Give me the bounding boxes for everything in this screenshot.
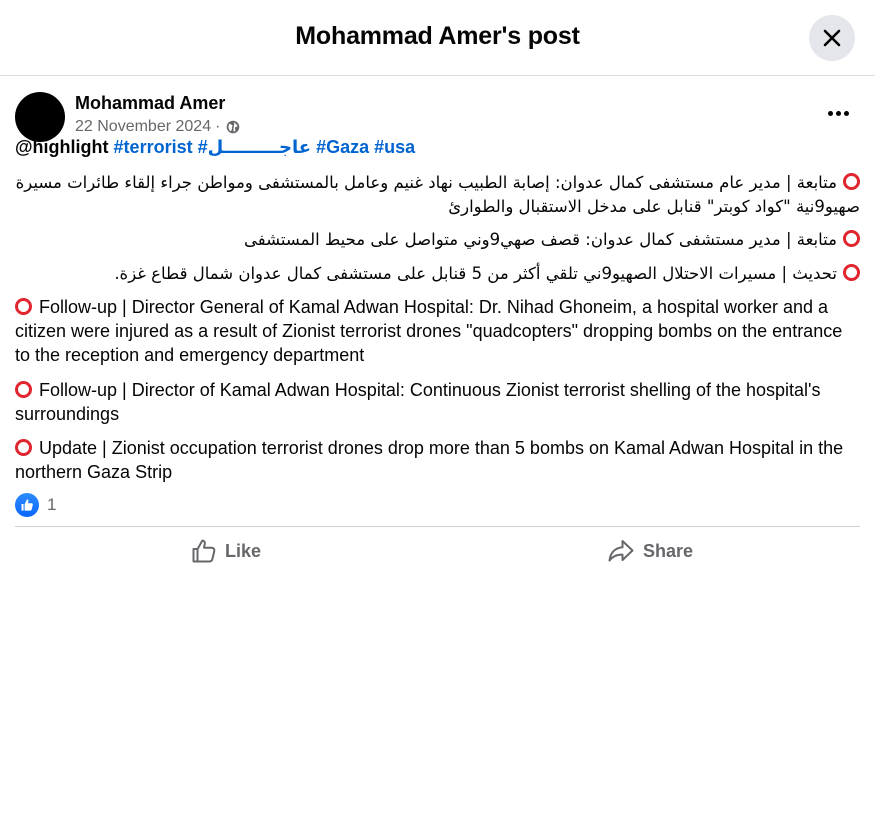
- dialog-header: Mohammad Amer's post: [0, 0, 875, 76]
- english-text: Follow-up | Director of Kamal Adwan Hosp…: [15, 380, 821, 424]
- red-circle-icon: [843, 264, 860, 281]
- post-date[interactable]: 22 November 2024: [75, 118, 211, 136]
- share-button[interactable]: Share: [607, 536, 693, 566]
- dot: [835, 110, 841, 116]
- post-meta: 22 November 2024 ·: [75, 118, 240, 136]
- avatar[interactable]: [15, 92, 65, 142]
- arabic-text: تحديث | مسيرات الاحتلال الصهيو9ني تلقي أ…: [114, 264, 837, 283]
- dot: [843, 110, 849, 116]
- hashtag-link[interactable]: #usa: [374, 137, 415, 157]
- arabic-paragraph: متابعة | مدير مستشفى كمال عدوان: قصف صهي…: [15, 228, 860, 252]
- english-paragraph: Update | Zionist occupation terrorist dr…: [15, 436, 860, 484]
- meta-separator: ·: [215, 118, 221, 135]
- red-circle-icon: [15, 439, 32, 456]
- reaction-count: 1: [47, 495, 57, 514]
- share-icon: [608, 540, 634, 562]
- english-text: Update | Zionist occupation terrorist dr…: [15, 438, 844, 482]
- arabic-paragraph: متابعة | مدير عام مستشفى كمال عدوان: إصا…: [15, 171, 860, 219]
- english-paragraph: Follow-up | Director of Kamal Adwan Hosp…: [15, 378, 860, 426]
- like-reaction-icon: [15, 493, 39, 517]
- english-paragraph: Follow-up | Director General of Kamal Ad…: [15, 295, 860, 367]
- reactions-summary[interactable]: 1: [15, 493, 56, 517]
- red-circle-icon: [843, 173, 860, 190]
- more-options-button[interactable]: [823, 103, 853, 123]
- arabic-text: متابعة | مدير مستشفى كمال عدوان: قصف صهي…: [244, 230, 837, 249]
- hashtag-link[interactable]: #عاجـــــــــل: [198, 137, 311, 157]
- red-circle-icon: [843, 230, 860, 247]
- globe-icon: [226, 120, 240, 134]
- hashtag-link[interactable]: #Gaza: [316, 137, 369, 157]
- red-circle-icon: [15, 381, 32, 398]
- post-tags: @highlight #terrorist #عاجـــــــــل #Ga…: [15, 137, 415, 158]
- close-button[interactable]: [809, 15, 855, 61]
- like-button[interactable]: Like: [191, 536, 261, 566]
- thumbs-up-icon: [192, 539, 216, 563]
- arabic-paragraph: تحديث | مسيرات الاحتلال الصهيو9ني تلقي أ…: [15, 262, 860, 286]
- red-circle-icon: [15, 298, 32, 315]
- dot: [827, 110, 833, 116]
- close-icon: [823, 29, 841, 47]
- like-label: Like: [225, 540, 262, 561]
- dialog-title: Mohammad Amer's post: [295, 22, 580, 50]
- english-text: Follow-up | Director General of Kamal Ad…: [15, 297, 843, 365]
- share-label: Share: [643, 540, 694, 561]
- post-author[interactable]: Mohammad Amer: [75, 93, 225, 114]
- hashtag-link[interactable]: #terrorist: [114, 137, 193, 157]
- mention-link[interactable]: @highlight: [15, 137, 109, 157]
- divider: [15, 526, 860, 527]
- arabic-text: متابعة | مدير عام مستشفى كمال عدوان: إصا…: [15, 173, 860, 216]
